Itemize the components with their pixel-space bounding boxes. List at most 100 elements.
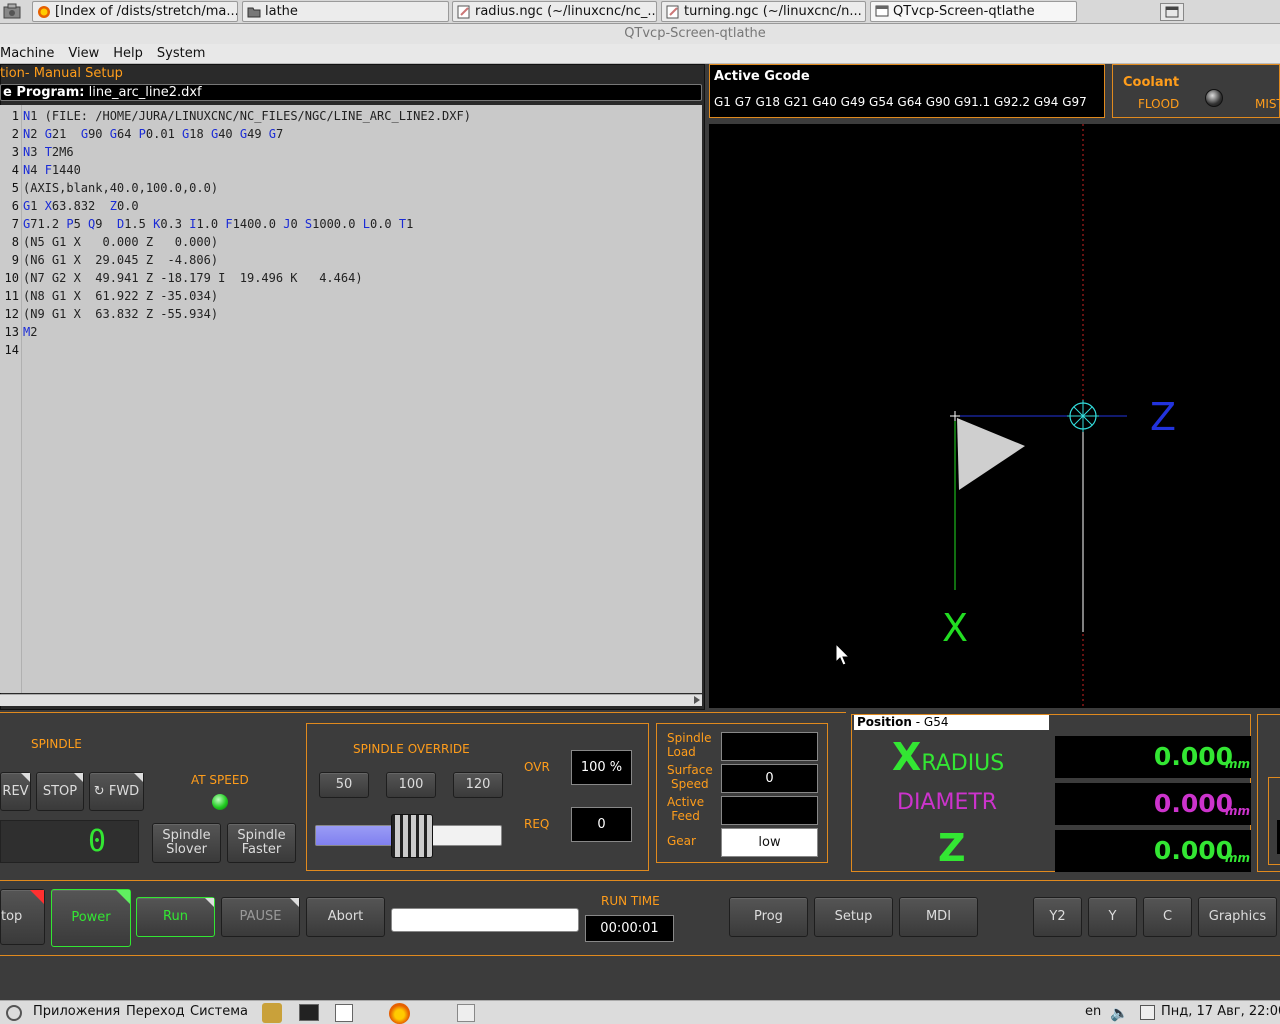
tab-label: [Index of /dists/stretch/ma...: [55, 4, 238, 19]
z-value: 0.000: [1153, 836, 1233, 865]
keyboard-layout[interactable]: en: [1085, 1001, 1101, 1023]
surface-speed-label: Surface Speed: [667, 763, 713, 791]
tab-firefox-window[interactable]: [Index of /dists/stretch/ma...: [32, 1, 238, 22]
fwd-label: FWD: [108, 784, 140, 799]
program-progress-bar: [391, 908, 579, 932]
show-desktop-icon[interactable]: [2, 3, 24, 21]
top-taskbar: [Index of /dists/stretch/ma... lathe rad…: [0, 0, 1280, 24]
z-axis-dro-label[interactable]: Z: [938, 826, 966, 870]
flood-indicator-led[interactable]: [1205, 89, 1223, 107]
spindle-slower-button[interactable]: Spindle Slover: [152, 823, 221, 863]
spindle-load-label: Spindle Load: [667, 731, 712, 759]
pause-button[interactable]: PAUSE: [221, 897, 300, 937]
override-slider[interactable]: [315, 814, 502, 858]
rotate-icon: ↻: [93, 784, 105, 799]
system-menu[interactable]: Система: [190, 1001, 248, 1023]
req-value: 0: [571, 807, 632, 842]
code-line[interactable]: 3 N3 T2M6: [0, 143, 74, 161]
code-line[interactable]: 5 (AXIS,blank,40.0,100.0,0.0): [0, 179, 218, 197]
spindle-speed-display: 0: [0, 820, 139, 863]
code-line[interactable]: 13 M2: [0, 323, 38, 341]
linuxcnc-launcher-icon[interactable]: [262, 1003, 282, 1023]
terminal-launcher-icon[interactable]: [299, 1004, 319, 1021]
ovr-value: 100 %: [571, 750, 632, 785]
x-dro-value[interactable]: 0.000 mm: [1055, 736, 1251, 778]
text-editor-launcher-icon[interactable]: [335, 1004, 353, 1022]
code-line[interactable]: 2 N2 G21 G90 G64 P0.01 G18 G40 G49 G7: [0, 125, 284, 143]
diameter-label[interactable]: DIAMETR: [897, 790, 997, 815]
estop-indicator: [30, 890, 44, 904]
surface-label-2: Speed: [671, 777, 709, 791]
window-title: QTvcp-Screen-qtlathe: [0, 24, 1280, 44]
at-speed-label: AT SPEED: [191, 773, 249, 787]
tab-radius-ngc[interactable]: radius.ngc (~/linuxcnc/nc_...: [452, 1, 657, 22]
mdi-tab-button[interactable]: MDI: [899, 897, 978, 937]
spindle-override-title: SPINDLE OVERRIDE: [353, 742, 470, 756]
code-line[interactable]: 7 G71.2 P5 Q9 D1.5 K0.3 I1.0 F1400.0 J0 S…: [0, 215, 414, 233]
window-list-icon[interactable]: [1160, 3, 1184, 21]
code-line[interactable]: 11 (N8 G1 X 61.922 Z -35.034): [0, 287, 219, 305]
horizontal-scrollbar[interactable]: [0, 694, 702, 706]
tab-turning-ngc[interactable]: turning.ngc (~/linuxcnc/n...: [661, 1, 866, 22]
estop-button[interactable]: top: [0, 889, 45, 945]
line-text: G71.2 P5 Q9 D1.5 K0.3 I1.0 F1400.0 J0 S1…: [23, 217, 414, 231]
menu-system[interactable]: System: [157, 46, 205, 61]
setup-tab-button[interactable]: Setup: [814, 897, 893, 937]
program-name: line_arc_line2.dxf: [88, 85, 202, 100]
system-menu-icon[interactable]: [6, 1005, 22, 1021]
line-number: 2: [11, 127, 19, 141]
menu-machine[interactable]: Machine: [0, 46, 54, 61]
d-unit: mm: [1224, 804, 1250, 818]
x-value: 0.000: [1153, 742, 1233, 771]
z-dro-value[interactable]: 0.000 mm: [1055, 830, 1251, 872]
gear-value[interactable]: low: [721, 828, 818, 857]
spindle-stop-button[interactable]: STOP: [36, 772, 84, 811]
run-button[interactable]: Run: [136, 897, 215, 937]
code-line[interactable]: 12 (N9 G1 X 63.832 Z -55.934): [0, 305, 219, 323]
tab-qtvcp-screen[interactable]: QTvcp-Screen-qtlathe: [870, 1, 1077, 22]
faster-label-2: Faster: [241, 842, 282, 857]
diameter-dro-value[interactable]: 0.000 mm: [1055, 783, 1251, 825]
spindle-fwd-button[interactable]: ↻ FWD: [89, 772, 144, 811]
y2-button[interactable]: Y2: [1033, 897, 1082, 937]
override-50-button[interactable]: 50: [319, 772, 369, 798]
applications-menu[interactable]: Приложения: [33, 1001, 120, 1023]
mode-status: tion- Manual Setup: [0, 66, 123, 81]
clock[interactable]: Пнд, 17 Авг, 22:00: [1161, 1001, 1280, 1023]
places-menu[interactable]: Переход: [126, 1001, 185, 1023]
firefox-launcher-icon[interactable]: [389, 1003, 410, 1024]
slower-label-2: Slover: [166, 842, 207, 857]
toolpath-graphics[interactable]: Z X: [709, 124, 1280, 708]
menu-view[interactable]: View: [68, 46, 99, 61]
spindle-rev-button[interactable]: REV: [0, 772, 31, 811]
line-text: G1 X63.832 Z0.0: [23, 199, 139, 213]
mouse-pointer-icon: [835, 642, 851, 666]
power-button[interactable]: Power: [51, 889, 131, 947]
override-slider-handle[interactable]: [391, 814, 433, 858]
volume-icon[interactable]: 🔈: [1110, 1002, 1129, 1024]
code-line[interactable]: 8 (N5 G1 X 0.000 Z 0.000): [0, 233, 218, 251]
code-line[interactable]: 14: [0, 341, 23, 359]
tab-lathe-folder[interactable]: lathe: [242, 1, 449, 22]
graphics-tab-button[interactable]: Graphics: [1198, 897, 1277, 937]
code-line[interactable]: 10 (N7 G2 X 49.941 Z -18.179 I 19.496 K 4…: [0, 269, 363, 287]
c-button[interactable]: C: [1143, 897, 1192, 937]
scroll-right-arrow-icon[interactable]: [694, 696, 700, 704]
code-line[interactable]: 4 N4 F1440: [0, 161, 81, 179]
code-line[interactable]: 9 (N6 G1 X 29.045 Z -4.806): [0, 251, 218, 269]
code-line[interactable]: 6 G1 X63.832 Z0.0: [0, 197, 139, 215]
y-button[interactable]: Y: [1088, 897, 1137, 937]
menu-help[interactable]: Help: [113, 46, 143, 61]
trash-applet-icon[interactable]: [457, 1004, 475, 1022]
x-radius-label[interactable]: XRADIUS: [892, 735, 1004, 779]
prog-tab-button[interactable]: Prog: [729, 897, 808, 937]
abort-button[interactable]: Abort: [306, 897, 385, 937]
network-icon[interactable]: [1140, 1005, 1155, 1020]
graphics-canvas: Z X: [835, 124, 1176, 708]
override-100-button[interactable]: 100: [386, 772, 436, 798]
gcode-editor[interactable]: 1 N1 (FILE: /HOME/JURA/LINUXCNC/NC_FILES/…: [0, 105, 702, 693]
code-line[interactable]: 1 N1 (FILE: /HOME/JURA/LINUXCNC/NC_FILES/…: [0, 107, 471, 125]
override-120-button[interactable]: 120: [453, 772, 503, 798]
line-text: (N7 G2 X 49.941 Z -18.179 I 19.496 K 4.4…: [23, 271, 363, 285]
spindle-faster-button[interactable]: Spindle Faster: [227, 823, 296, 863]
